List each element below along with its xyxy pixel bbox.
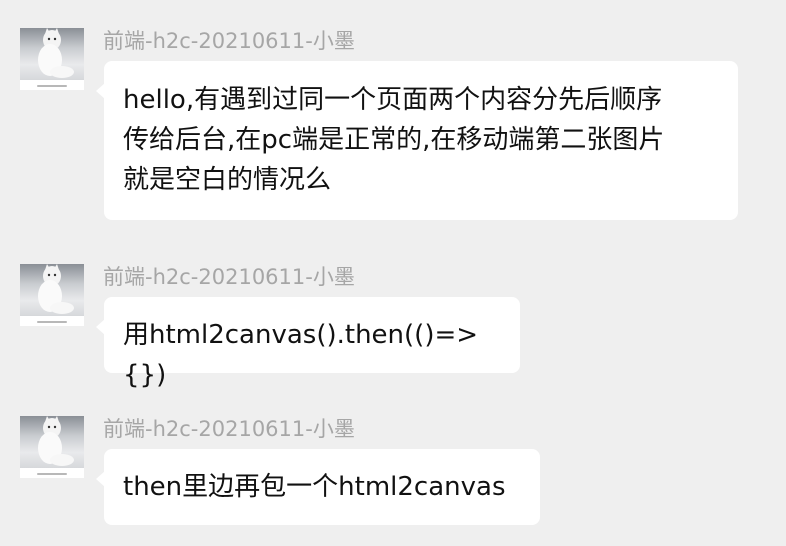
bubble-tail <box>96 319 105 335</box>
white-cat-icon <box>38 264 74 314</box>
sender-name: 前端-h2c-20210611-小墨 <box>103 265 355 289</box>
avatar[interactable] <box>20 264 84 326</box>
white-cat-icon <box>38 28 74 78</box>
message-bubble[interactable]: 用html2canvas().then(()=>{}) <box>96 297 520 390</box>
avatar[interactable] <box>20 416 84 478</box>
sender-name: 前端-h2c-20210611-小墨 <box>103 29 355 53</box>
sender-name: 前端-h2c-20210611-小墨 <box>103 417 355 441</box>
white-cat-icon <box>38 416 74 466</box>
bubble-tail <box>96 83 105 99</box>
message-bubble[interactable]: hello,有遇到过同一个页面两个内容分先后顺序 传给后台,在pc端是正常的,在… <box>96 61 738 220</box>
avatar-caption <box>20 85 84 88</box>
message-text: then里边再包一个html2canvas <box>123 472 506 502</box>
avatar[interactable] <box>20 28 84 90</box>
message-text: 用html2canvas().then(()=>{}) <box>123 320 479 390</box>
avatar-caption <box>20 321 84 324</box>
message-bubble[interactable]: then里边再包一个html2canvas <box>96 449 540 525</box>
avatar-caption <box>20 473 84 476</box>
bubble-tail <box>96 471 105 487</box>
message-text: hello,有遇到过同一个页面两个内容分先后顺序 传给后台,在pc端是正常的,在… <box>123 85 665 195</box>
